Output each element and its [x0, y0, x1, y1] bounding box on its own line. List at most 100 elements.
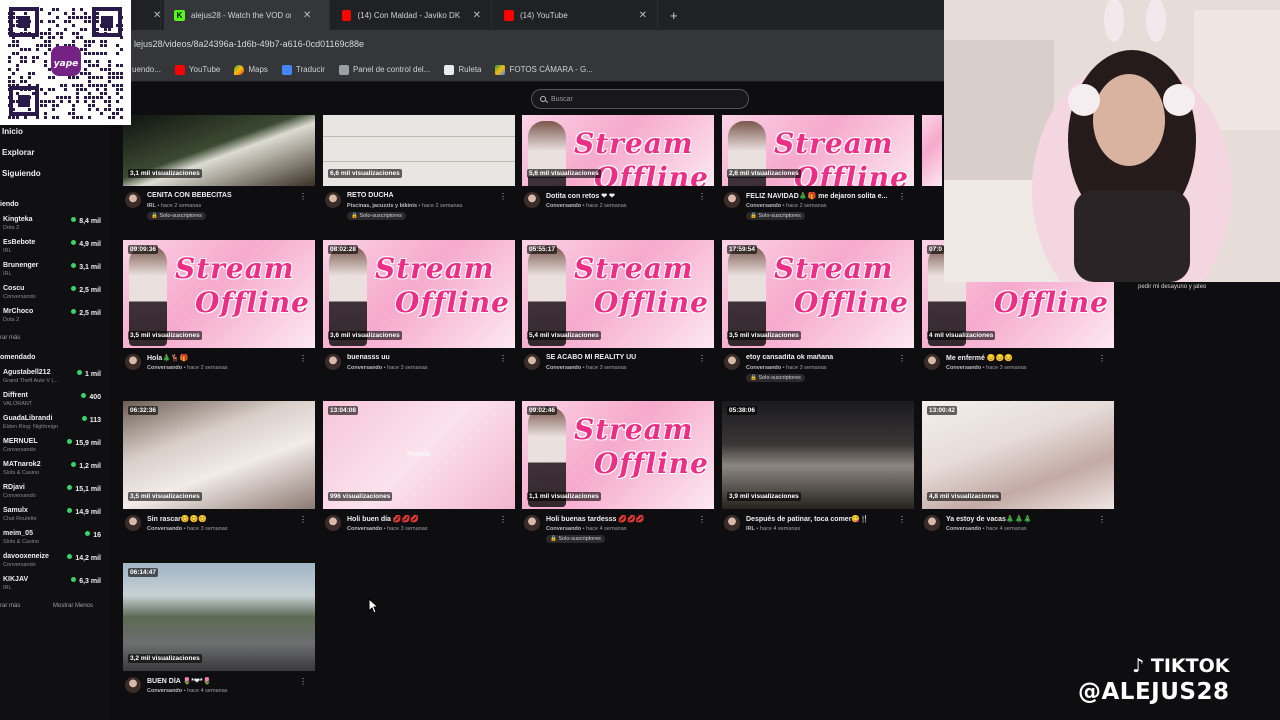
more-options-icon[interactable]: ⋮: [1098, 515, 1106, 524]
video-thumbnail[interactable]: Stream Offline 05:55:17 5,4 mil visualizaci…: [522, 240, 714, 348]
video-title[interactable]: Sin rascar😊😊😊: [147, 515, 305, 523]
video-category[interactable]: Conversando: [946, 526, 981, 532]
avatar[interactable]: [524, 354, 540, 370]
nav-following[interactable]: Siguiendo: [2, 169, 41, 178]
close-tab-icon[interactable]: ✕: [473, 10, 481, 21]
video-category[interactable]: Conversando: [347, 526, 382, 532]
more-options-icon[interactable]: ⋮: [698, 515, 706, 524]
video-thumbnail[interactable]: [922, 115, 942, 186]
video-title[interactable]: Después de patinar, toca comer😋🍴: [746, 515, 904, 523]
video-title[interactable]: Ya estoy de vacas🎄🎄🎄: [946, 515, 1104, 523]
tab-vod[interactable]: K alejus28 - Watch the VOD on K ✕: [164, 0, 330, 30]
video-card[interactable]: 06:14:47 3,2 mil visualizaciones BUEN DÍA …: [123, 563, 315, 715]
sidebar-channel[interactable]: Coscu Conversando 2,5 mil: [3, 285, 101, 307]
close-tab-icon[interactable]: ✕: [639, 10, 647, 21]
video-category[interactable]: Conversando: [746, 365, 781, 371]
video-thumbnail[interactable]: Stream Offline 09:02:46 1,1 mil visualizaci…: [522, 401, 714, 509]
video-title[interactable]: Holi buenas tardesss 💋💋💋: [546, 515, 704, 523]
more-options-icon[interactable]: ⋮: [499, 354, 507, 363]
video-card[interactable]: Stream Offline 09:02:46 1,1 mil visualizaci…: [522, 401, 714, 553]
new-tab-button[interactable]: +: [660, 0, 688, 30]
show-more-following[interactable]: rar más: [0, 335, 20, 341]
avatar[interactable]: [724, 192, 740, 208]
avatar[interactable]: [924, 354, 940, 370]
tab-youtube-2[interactable]: (14) YouTube ✕: [494, 0, 658, 30]
video-title[interactable]: CENITA CON BEBECITAS: [147, 192, 305, 199]
bookmark-maps[interactable]: Maps: [234, 64, 268, 75]
video-card[interactable]: Privado 13:04:08 996 visualizaciones Holi b…: [323, 401, 515, 553]
sidebar-channel[interactable]: Samulx Chat Roulette 14,9 mil: [3, 507, 101, 529]
video-title[interactable]: Hola🎄🦌🎁: [147, 354, 305, 362]
avatar[interactable]: [524, 515, 540, 531]
more-options-icon[interactable]: ⋮: [898, 192, 906, 201]
avatar[interactable]: [125, 192, 141, 208]
sidebar-channel[interactable]: davooxeneize Conversando 14,2 mil: [3, 553, 101, 575]
video-category[interactable]: IRL: [147, 203, 156, 209]
video-card[interactable]: Stream Offline 09:09:36 3,5 mil visualizaci…: [123, 240, 315, 392]
nav-home[interactable]: Inicio: [2, 127, 23, 136]
video-title[interactable]: BUEN DÍA 🌷*❤*🌷: [147, 677, 305, 685]
video-thumbnail[interactable]: 3,1 mil visualizaciones: [123, 115, 315, 186]
bookmark-ruleta[interactable]: Ruleta: [444, 64, 481, 75]
video-card[interactable]: 06:32:36 3,5 mil visualizaciones Sin rasca…: [123, 401, 315, 553]
show-less[interactable]: Mostrar Menos: [53, 603, 93, 609]
video-title[interactable]: etoy cansadita ok mañana: [746, 354, 904, 361]
tab-youtube-1[interactable]: (14) Con Maldad - Javiko DK ✕: [332, 0, 492, 30]
subscriber-only-badge[interactable]: 🔒 Solo-suscriptores: [746, 374, 805, 382]
sidebar-channel[interactable]: MrChoco Dota 2 2,5 mil: [3, 308, 101, 330]
video-card[interactable]: 05:38:06 3,9 mil visualizaciones Después d…: [722, 401, 914, 553]
close-tab-icon[interactable]: ✕: [303, 10, 311, 21]
subscriber-only-badge[interactable]: 🔒 Solo-suscriptores: [147, 212, 206, 220]
video-category[interactable]: Conversando: [546, 526, 581, 532]
more-options-icon[interactable]: ⋮: [299, 515, 307, 524]
video-thumbnail[interactable]: 6,6 mil visualizaciones: [323, 115, 515, 186]
more-options-icon[interactable]: ⋮: [898, 354, 906, 363]
avatar[interactable]: [125, 515, 141, 531]
avatar[interactable]: [125, 354, 141, 370]
video-category[interactable]: Conversando: [147, 688, 182, 694]
video-thumbnail[interactable]: 06:32:36 3,5 mil visualizaciones: [123, 401, 315, 509]
avatar[interactable]: [524, 192, 540, 208]
video-category[interactable]: Conversando: [546, 203, 581, 209]
close-tab-icon[interactable]: ✕: [153, 10, 161, 21]
sidebar-channel[interactable]: EsBebote IRL 4,9 mil: [3, 239, 101, 261]
video-thumbnail[interactable]: 06:14:47 3,2 mil visualizaciones: [123, 563, 315, 671]
video-thumbnail[interactable]: 13:00:42 4,8 mil visualizaciones: [922, 401, 1114, 509]
more-options-icon[interactable]: ⋮: [698, 354, 706, 363]
sidebar-channel[interactable]: Brunenger IRL 3,1 mil: [3, 262, 101, 284]
sidebar-channel[interactable]: Agustabell212 Grand Theft Auto V (... 1 mi…: [3, 369, 101, 391]
video-title[interactable]: RETO DUCHA: [347, 192, 505, 199]
avatar[interactable]: [325, 515, 341, 531]
video-title[interactable]: buenasss uu: [347, 354, 505, 361]
sidebar-channel[interactable]: KIKJAV IRL 6,3 mil: [3, 576, 101, 598]
video-category[interactable]: Conversando: [347, 365, 382, 371]
video-category[interactable]: IRL: [746, 526, 755, 532]
video-card[interactable]: 13:00:42 4,8 mil visualizaciones Ya estoy …: [922, 401, 1114, 553]
video-card[interactable]: 3,1 mil visualizaciones CENITA CON BEBECI…: [123, 115, 315, 230]
video-title[interactable]: Me enfermé 😔😔😔: [946, 354, 1104, 362]
video-category[interactable]: Conversando: [946, 365, 981, 371]
avatar[interactable]: [924, 515, 940, 531]
video-card[interactable]: [922, 115, 942, 186]
more-options-icon[interactable]: ⋮: [698, 192, 706, 201]
video-thumbnail[interactable]: Stream Offline 08:02:28 3,6 mil visualizaci…: [323, 240, 515, 348]
sidebar-channel[interactable]: GuadaLibrandi Elden Ring: Nightreign 113: [3, 415, 101, 437]
video-thumbnail[interactable]: Stream Offline 5,6 mil visualizaciones: [522, 115, 714, 186]
video-thumbnail[interactable]: Stream Offline 2,6 mil visualizaciones: [722, 115, 914, 186]
video-card[interactable]: 6,6 mil visualizaciones RETO DUCHA Piscina…: [323, 115, 515, 230]
video-card[interactable]: Stream Offline 17:59:54 3,5 mil visualizaci…: [722, 240, 914, 392]
avatar[interactable]: [325, 354, 341, 370]
video-thumbnail[interactable]: 05:38:06 3,9 mil visualizaciones: [722, 401, 914, 509]
video-category[interactable]: Conversando: [746, 203, 781, 209]
nav-explore[interactable]: Explorar: [2, 148, 34, 157]
sidebar-channel[interactable]: Diffrent VALORANT 400: [3, 392, 101, 414]
video-category[interactable]: Piscinas, jacuzzis y bikinis: [347, 203, 417, 209]
more-options-icon[interactable]: ⋮: [898, 515, 906, 524]
video-card[interactable]: Stream Offline 08:02:28 3,6 mil visualizaci…: [323, 240, 515, 392]
bookmark-translate[interactable]: Traducir: [281, 64, 325, 75]
video-thumbnail[interactable]: Stream Offline 17:59:54 3,5 mil visualizaci…: [722, 240, 914, 348]
subscriber-only-badge[interactable]: 🔒 Solo-suscriptores: [546, 535, 605, 543]
tab-0[interactable]: ✕: [131, 0, 161, 30]
more-options-icon[interactable]: ⋮: [299, 354, 307, 363]
video-thumbnail[interactable]: Privado 13:04:08 996 visualizaciones: [323, 401, 515, 509]
